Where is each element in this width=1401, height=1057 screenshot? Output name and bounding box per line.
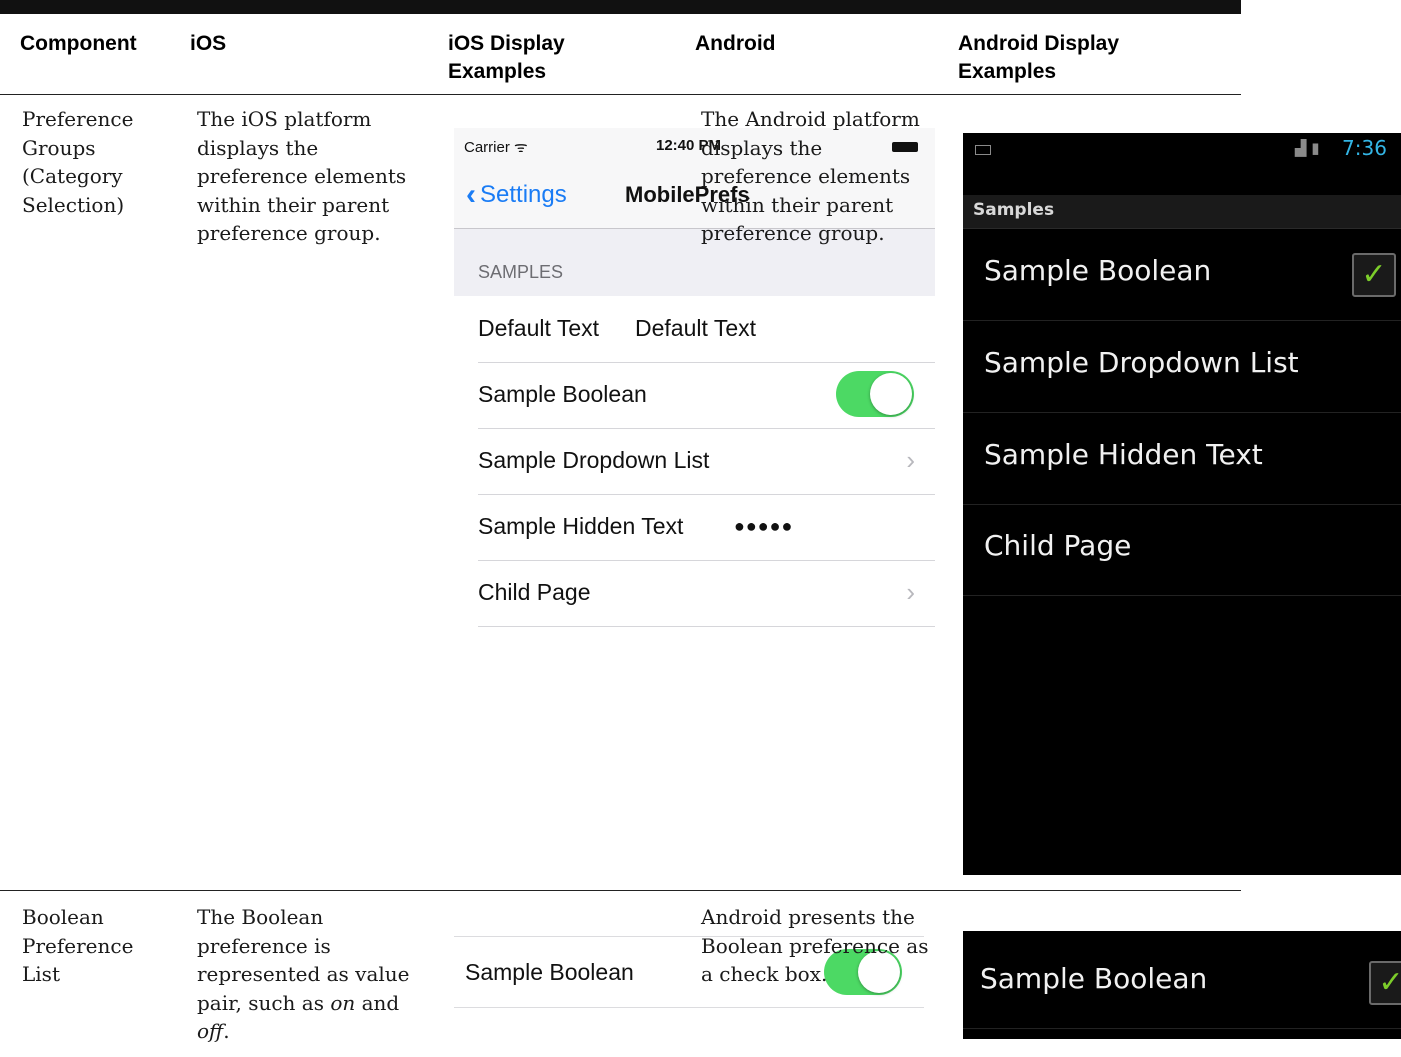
cell-text-line: The Boolean (197, 905, 324, 929)
cell-text-line: Android presents the (701, 905, 915, 929)
ios-group-header-label: SAMPLES (478, 262, 564, 282)
cell-text-line: The Android platform (701, 107, 920, 131)
android-row-divider (963, 1028, 1401, 1029)
row1-component-cell: Preference Groups (Category Selection) (22, 105, 133, 219)
ios-row-label: Sample Dropdown List (478, 447, 710, 473)
wifi-icon: ᯤ (514, 139, 528, 156)
row1-android-cell: The Android platform displays the prefer… (701, 105, 920, 248)
android-row-label: Child Page (984, 529, 1132, 562)
row-divider (0, 890, 1241, 891)
chevron-right-icon: › (906, 445, 915, 475)
cell-text-line: displays the (197, 135, 319, 160)
checkbox-checked-icon[interactable]: ✓ (1352, 253, 1396, 297)
header-ios-display-examples: iOS Display Examples (448, 30, 565, 86)
text-run: and (355, 990, 400, 1015)
cell-text-line: preference elements (197, 164, 407, 188)
ios-boolean-label: Sample Boolean (465, 959, 634, 985)
table-top-border (0, 0, 1241, 14)
ios-boolean-toggle[interactable] (836, 371, 914, 417)
toggle-knob (870, 373, 912, 415)
chevron-left-icon: ‹ (466, 178, 476, 211)
android-row-sample-boolean[interactable]: Sample Boolean ✓ (963, 229, 1401, 321)
cell-text-line: Selection) (22, 192, 125, 217)
android-boolean-label: Sample Boolean (980, 962, 1208, 995)
ios-row-value: Default Text (635, 315, 757, 341)
android-status-bar: ▟ ▮ 7:36 (963, 133, 1401, 167)
ios-back-button[interactable]: ‹ Settings (466, 180, 567, 210)
ios-row-sample-hidden-text[interactable]: Sample Hidden Text ●●●●● (478, 494, 935, 561)
cell-text-line: List (22, 962, 60, 986)
cell-text-line: Boolean preference as (701, 933, 929, 958)
cell-text-line: Preference (22, 107, 134, 131)
header-android: Android (695, 32, 776, 55)
row2-ios-cell: The Boolean preference is represented as… (197, 903, 410, 1046)
android-category-header: Samples (963, 195, 1401, 229)
cell-text-line: within their parent (197, 192, 390, 217)
ios-row-child-page[interactable]: Child Page › (478, 560, 935, 627)
cell-text-line: preference group. (701, 221, 885, 245)
emphasis-on: on (330, 990, 356, 1015)
header-ios-examples-line1: iOS Display (448, 32, 565, 55)
android-preference-screenshot: ▟ ▮ 7:36 Samples Sample Boolean ✓ Sample… (963, 133, 1401, 875)
android-row-label: Sample Hidden Text (984, 438, 1263, 471)
cell-text-line: Boolean (22, 905, 104, 929)
android-time: 7:36 (1342, 136, 1387, 160)
row2-android-cell: Android presents the Boolean preference … (701, 903, 928, 989)
ios-row-label: Default Text (478, 315, 600, 341)
cell-text-line: represented as value (197, 962, 410, 986)
ios-row-label: Sample Hidden Text (478, 513, 684, 539)
ios-back-label: Settings (480, 181, 567, 208)
android-category-label: Samples (973, 200, 1055, 220)
header-component: Component (20, 32, 137, 55)
row1-ios-cell: The iOS platform displays the preference… (197, 105, 406, 248)
cell-text-line: pair, such as on and (197, 989, 410, 1018)
android-row-label: Sample Dropdown List (984, 346, 1299, 379)
ios-row-sample-dropdown[interactable]: Sample Dropdown List › (478, 428, 935, 495)
ios-carrier-text: Carrier (464, 139, 510, 156)
cell-text-line: Preference (22, 933, 134, 958)
ios-row-label: Child Page (478, 579, 591, 605)
ios-row-sample-boolean: Sample Boolean (478, 362, 935, 429)
ios-hidden-value: ●●●●● (734, 516, 794, 536)
header-divider (0, 94, 1241, 95)
text-run: . (223, 1019, 230, 1043)
row2-component-cell: Boolean Preference List (22, 903, 133, 989)
cell-text-line: preference elements (701, 164, 911, 188)
android-boolean-example: Sample Boolean ✓ (963, 931, 1401, 1039)
ios-row-default-text[interactable]: Default Text Default Text (478, 296, 935, 363)
cell-text-line: Groups (22, 135, 96, 160)
cell-text-line: within their parent (701, 192, 894, 217)
cell-text-line: The iOS platform (197, 107, 372, 131)
signal-icon: ▟ ▮ (1295, 139, 1320, 157)
android-row-child-page[interactable]: Child Page (963, 504, 1401, 596)
header-android-display-examples: Android Display Examples (958, 30, 1119, 86)
android-row-sample-dropdown[interactable]: Sample Dropdown List (963, 321, 1401, 413)
cell-text-line: (Category (22, 164, 123, 188)
ios-carrier-label: Carrier ᯤ (464, 137, 528, 157)
text-run: pair, such as (197, 990, 331, 1015)
cell-text-line: displays the (701, 135, 823, 160)
chevron-right-icon: › (906, 577, 915, 607)
emphasis-off: off (197, 1019, 224, 1043)
cell-text-line: a check box. (701, 962, 828, 986)
header-ios-examples-line2: Examples (448, 60, 547, 83)
android-row-sample-hidden-text[interactable]: Sample Hidden Text (963, 413, 1401, 505)
header-android-examples-line1: Android Display (958, 32, 1120, 55)
cell-text-line: preference group. (197, 221, 381, 245)
header-ios: iOS (190, 32, 227, 55)
header-android-examples-line2: Examples (958, 60, 1057, 83)
notification-icon (975, 145, 991, 155)
checkbox-checked-icon[interactable]: ✓ (1369, 961, 1401, 1005)
cell-text-line: preference is (197, 933, 331, 958)
ios-row-label: Sample Boolean (478, 381, 647, 407)
android-row-label: Sample Boolean (984, 254, 1212, 287)
cell-text-line: off. (197, 1017, 410, 1046)
